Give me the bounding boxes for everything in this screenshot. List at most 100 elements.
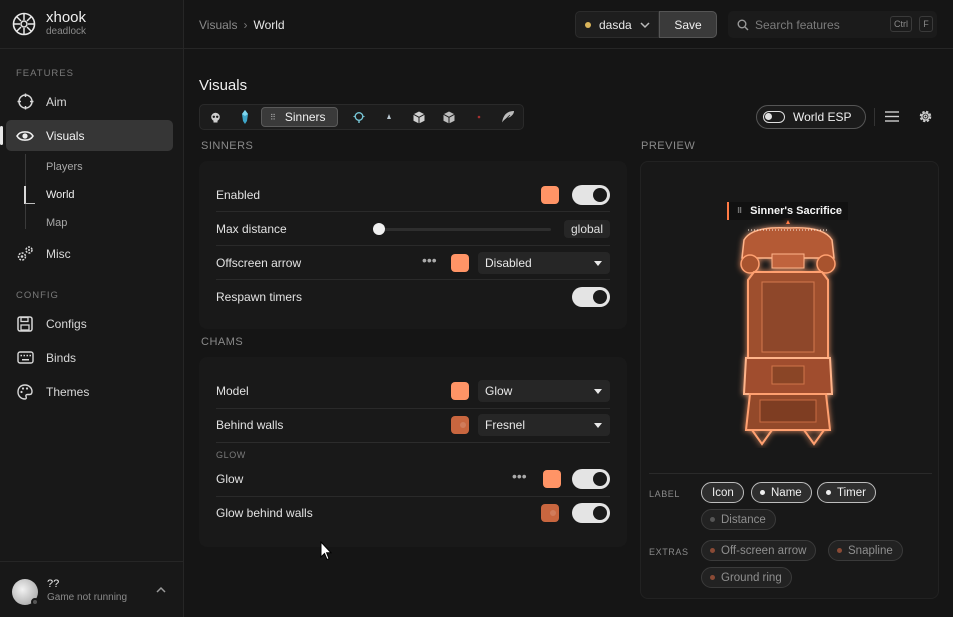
breadcrumb: Visuals › World [199, 18, 285, 32]
max-distance-label: Max distance [216, 222, 287, 236]
user-name: ?? [47, 578, 60, 590]
tab-crystal-icon[interactable] [236, 107, 254, 127]
chip-distance[interactable]: Distance [701, 509, 776, 530]
status-dot [31, 597, 39, 606]
profile-selector[interactable]: dasda [575, 11, 659, 38]
respawn-timers-toggle[interactable] [572, 287, 610, 307]
chevron-down-icon [640, 18, 650, 35]
user-menu[interactable]: ?? Game not running [12, 578, 172, 606]
glow-color-swatch[interactable] [543, 470, 561, 488]
toggle-switch-icon [763, 111, 785, 123]
divider [216, 442, 610, 443]
tab-skull-icon[interactable] [206, 107, 224, 127]
sidebar-item-label: Misc [46, 246, 71, 261]
keyboard-icon [16, 349, 34, 367]
tab-red-dot-icon[interactable] [470, 107, 488, 127]
grip-icon: ⠿ [270, 112, 276, 122]
chip-label: Icon [712, 486, 734, 499]
chip-dot [710, 548, 715, 553]
sidebar-item-binds[interactable]: Binds [6, 342, 173, 373]
sidebar-item-themes[interactable]: Themes [6, 376, 173, 407]
chevron-up-icon[interactable] [156, 584, 166, 596]
brand[interactable]: xhook deadlock [12, 10, 86, 37]
enabled-color-swatch[interactable] [541, 186, 559, 204]
profile-name: dasda [599, 17, 632, 32]
glow-toggle[interactable] [572, 469, 610, 489]
glow-subsection-label: GLOW [216, 450, 246, 460]
glow-behind-walls-toggle[interactable] [572, 503, 610, 523]
chip-offscreen-arrow[interactable]: Off-screen arrow [701, 540, 817, 561]
tab-bulb-icon[interactable] [350, 107, 368, 127]
esp-name-label: Sinner's Sacrifice [750, 205, 843, 217]
chams-section-heading: CHAMS [201, 336, 244, 348]
breadcrumb-current: World [253, 18, 285, 32]
sidebar-item-aim[interactable]: Aim [6, 86, 173, 117]
model-dropdown[interactable]: Glow [478, 380, 610, 402]
behind-walls-color-swatch[interactable] [451, 416, 469, 434]
chip-name[interactable]: Name [751, 482, 812, 503]
glow-behind-walls-color-swatch[interactable] [541, 504, 559, 522]
sidebar-subitem-players[interactable]: Players [46, 161, 83, 173]
chip-timer[interactable]: Timer [817, 482, 876, 503]
config-section-label: CONFIG [16, 290, 59, 301]
shortcut-key-f: F [919, 16, 933, 32]
palette-icon [16, 383, 34, 401]
enabled-toggle[interactable] [572, 185, 610, 205]
sidebar-item-misc[interactable]: Misc [6, 238, 173, 269]
page-title: Visuals [199, 77, 248, 94]
max-distance-value[interactable]: global [564, 220, 610, 238]
tab-label: Sinners [284, 110, 326, 124]
sinners-sacrifice-model [740, 220, 836, 446]
offscreen-arrow-color-swatch[interactable] [451, 254, 469, 272]
search-input[interactable] [755, 17, 875, 32]
chevron-right-icon: › [243, 18, 248, 32]
more-options-icon[interactable]: ••• [512, 468, 527, 484]
tree-highlight [24, 186, 26, 204]
sidebar-item-visuals[interactable]: Visuals [0, 120, 173, 151]
category-tabbar: ⠿ Sinners [199, 104, 524, 130]
world-esp-toggle[interactable]: World ESP [756, 105, 866, 129]
chip-dot [710, 575, 715, 580]
max-distance-slider-knob[interactable] [373, 223, 385, 235]
chip-icon[interactable]: Icon [701, 482, 744, 503]
model-color-swatch[interactable] [451, 382, 469, 400]
chip-label: Distance [721, 513, 766, 526]
chip-dot [760, 490, 765, 495]
shortcut-key-ctrl: Ctrl [890, 16, 912, 32]
gear-icon[interactable] [917, 108, 934, 128]
extras-heading: EXTRAS [649, 547, 689, 557]
tab-small-icon[interactable] [380, 107, 398, 127]
chip-dot [837, 548, 842, 553]
sidebar-subitem-world[interactable]: World [46, 189, 75, 201]
tab-crate-icon[interactable] [440, 107, 458, 127]
more-options-icon[interactable]: ••• [422, 252, 437, 268]
save-icon [16, 315, 34, 333]
divider [649, 473, 932, 474]
chip-dot [710, 517, 715, 522]
tab-feather-icon[interactable] [499, 107, 517, 127]
tab-sinners[interactable]: ⠿ Sinners [261, 107, 338, 127]
search-box[interactable]: Ctrl F [728, 11, 937, 38]
avatar [12, 578, 39, 606]
chip-ground-ring[interactable]: Ground ring [701, 567, 792, 588]
sidebar-item-configs[interactable]: Configs [6, 308, 173, 339]
offscreen-arrow-dropdown[interactable]: Disabled [478, 252, 610, 274]
save-button[interactable]: Save [659, 11, 717, 38]
chip-snapline[interactable]: Snapline [828, 540, 903, 561]
divider [0, 561, 184, 562]
max-distance-slider-track[interactable] [379, 228, 551, 231]
breadcrumb-parent[interactable]: Visuals [199, 18, 237, 32]
features-section-label: FEATURES [16, 68, 74, 79]
chip-label: Name [771, 486, 802, 499]
brand-sub: deadlock [46, 26, 87, 37]
menu-icon[interactable] [885, 111, 899, 125]
divider [874, 108, 875, 126]
preview-heading: PREVIEW [641, 140, 696, 152]
label-heading: LABEL [649, 489, 681, 499]
brand-name: xhook [46, 9, 87, 26]
behind-walls-dropdown[interactable]: Fresnel [478, 414, 610, 436]
tab-box-icon[interactable] [410, 107, 428, 127]
sidebar-subitem-map[interactable]: Map [46, 217, 67, 229]
chip-label: Ground ring [721, 571, 782, 584]
tree-tick [25, 203, 35, 204]
